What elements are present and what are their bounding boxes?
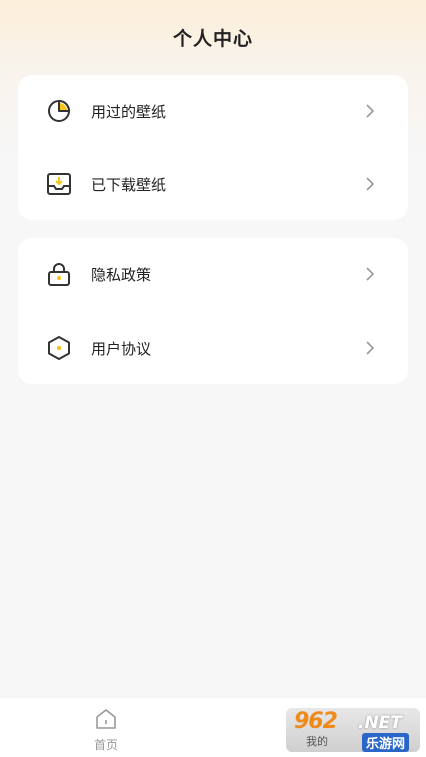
chevron-right-icon	[366, 104, 375, 118]
home-icon	[96, 709, 116, 729]
watermark-left-text: 我的	[306, 735, 328, 748]
wallpaper-card: 用过的壁纸 已下载壁纸	[18, 75, 408, 220]
watermark-domain: .NET	[358, 713, 402, 733]
menu-item-user-agreement[interactable]: 用户协议	[18, 318, 408, 378]
watermark-right-text: 乐游网	[362, 733, 410, 752]
menu-item-label: 隐私政策	[91, 265, 152, 284]
chevron-right-icon	[366, 267, 375, 281]
page-title: 个人中心	[172, 28, 253, 50]
chevron-right-icon	[366, 177, 375, 191]
downloaded-wallpaper-icon	[47, 173, 71, 195]
menu-item-downloaded-wallpaper[interactable]: 已下载壁纸	[18, 154, 408, 214]
privacy-lock-icon	[48, 263, 70, 286]
tab-home[interactable]: 首页	[84, 708, 128, 753]
menu-item-label: 用过的壁纸	[91, 102, 167, 121]
menu-item-used-wallpaper[interactable]: 用过的壁纸	[18, 81, 408, 141]
watermark-brand: 962	[294, 709, 338, 734]
menu-item-privacy-policy[interactable]: 隐私政策	[18, 244, 408, 304]
watermark-logo: 962 .NET 我的 乐游网	[286, 708, 420, 752]
chevron-right-icon	[366, 341, 375, 355]
legal-card: 隐私政策 用户协议	[18, 238, 408, 384]
used-wallpaper-icon	[48, 100, 70, 122]
menu-item-label: 用户协议	[91, 339, 152, 358]
menu-item-label: 已下载壁纸	[91, 175, 167, 194]
tab-home-label: 首页	[93, 738, 118, 752]
user-agreement-icon	[48, 336, 70, 360]
